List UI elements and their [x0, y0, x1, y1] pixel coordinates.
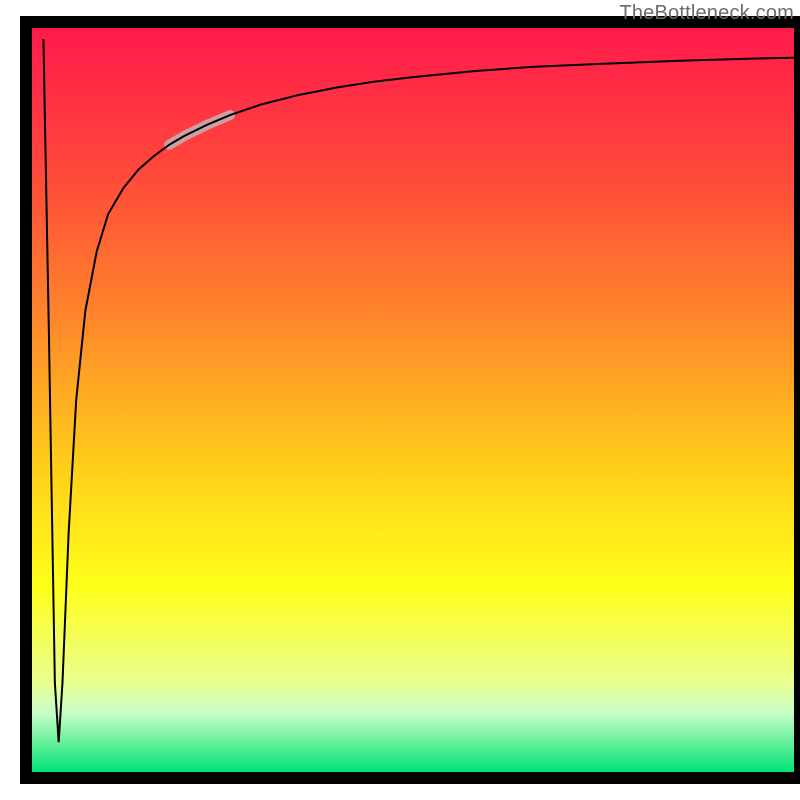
- chart-background: [32, 28, 794, 772]
- watermark-text: TheBottleneck.com: [619, 2, 794, 25]
- bottleneck-chart: [0, 0, 800, 800]
